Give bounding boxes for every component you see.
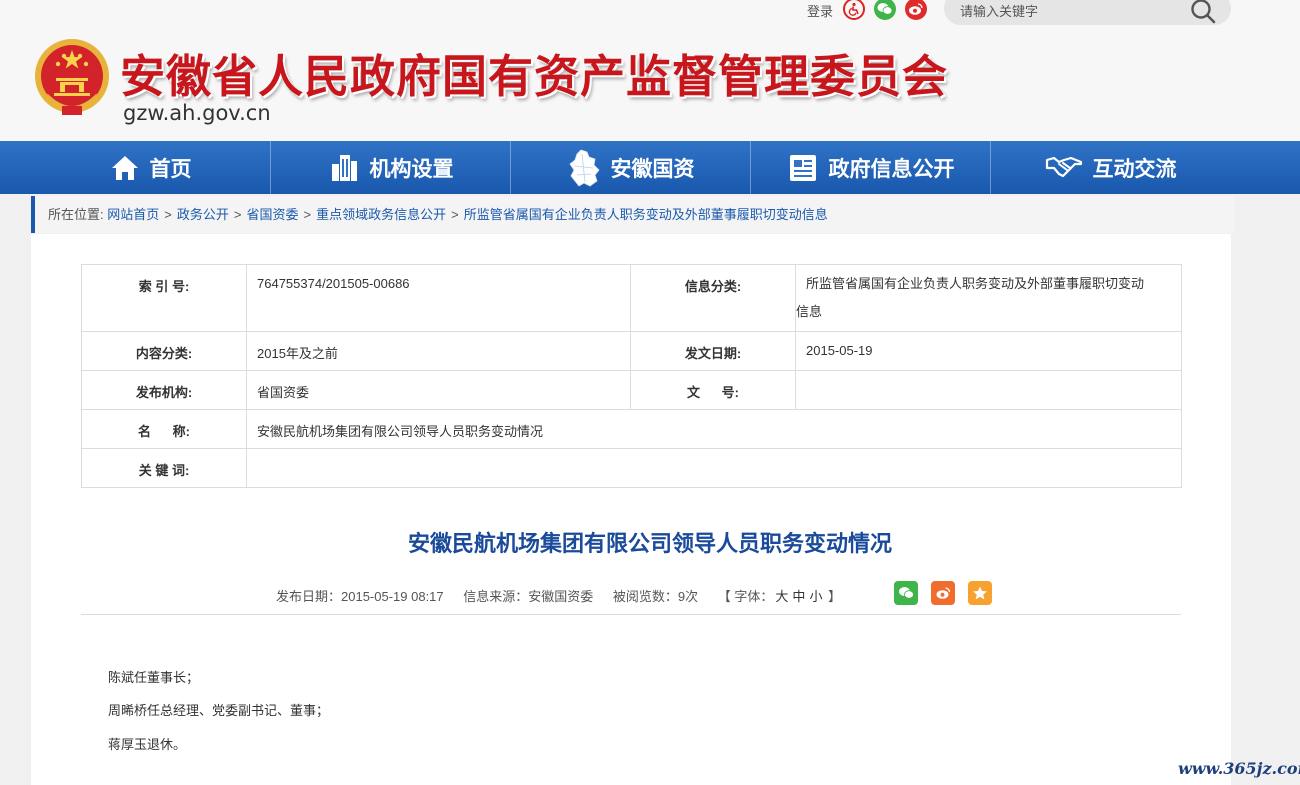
info-category-line1: 所监管省属国有企业负责人职务变动及外部董事履职切变动 bbox=[806, 276, 1145, 291]
issue-date-label: 发文日期: bbox=[630, 331, 796, 371]
font-size-open: 【 字体： bbox=[717, 589, 774, 604]
breadcrumb-link-sasac[interactable]: 省国资委 bbox=[246, 207, 298, 222]
site-title: 安徽省人民政府国有资产监督管理委员会 bbox=[120, 50, 949, 103]
share-wechat-icon[interactable] bbox=[894, 581, 918, 605]
nav-item-label: 政府信息公开 bbox=[828, 157, 955, 181]
home-icon bbox=[111, 155, 138, 180]
info-category-value: 所监管省属国有企业负责人职务变动及外部董事履职切变动 信息 bbox=[795, 264, 1182, 332]
breadcrumb-separator: > bbox=[451, 207, 459, 222]
meta-divider bbox=[81, 614, 1181, 615]
font-size-switcher: 【 字体：大中小 】 bbox=[718, 589, 841, 604]
nav-item-organization[interactable]: 机构设置 bbox=[271, 141, 511, 194]
handshake-icon bbox=[1045, 156, 1082, 177]
nav-item-gov-info[interactable]: 政府信息公开 bbox=[751, 141, 991, 194]
article-meta: 发布日期：2015-05-19 08:17 信息来源：安徽国资委 被阅览数：9次… bbox=[276, 586, 857, 605]
keywords-label: 关 键 词: bbox=[81, 448, 247, 488]
article-paragraph: 蒋厚玉退休。 bbox=[108, 737, 187, 752]
nav-item-label: 互动交流 bbox=[1092, 157, 1177, 181]
login-link[interactable]: 登录 bbox=[807, 1, 833, 20]
nav-item-anhui-assets[interactable]: 安徽国资 bbox=[511, 141, 751, 194]
accessibility-icon[interactable] bbox=[843, 0, 865, 20]
watermark-text: www.365jz.com bbox=[1178, 759, 1300, 778]
article-title: 安徽民航机场集团有限公司领导人员职务变动情况 bbox=[407, 531, 892, 556]
publish-date: 发布日期：2015-05-19 08:17 bbox=[276, 589, 444, 604]
nav-item-label: 机构设置 bbox=[369, 157, 454, 181]
document-metadata-table: 索 引 号: 764755374/201505-00686 信息分类: 所监管省… bbox=[81, 264, 1182, 488]
article-paragraph: 周晞桥任总经理、党委副书记、董事； bbox=[108, 703, 330, 718]
content-type-value: 2015年及之前 bbox=[246, 331, 631, 371]
national-emblem-logo bbox=[35, 39, 109, 115]
share-weibo-icon[interactable] bbox=[931, 581, 955, 605]
name-label: 名 称: bbox=[81, 409, 247, 449]
breadcrumb-prefix: 所在位置: bbox=[48, 207, 104, 222]
doc-number-label: 文 号: bbox=[630, 370, 796, 410]
site-domain: gzw.ah.gov.cn bbox=[123, 101, 271, 125]
nav-item-interaction[interactable]: 互动交流 bbox=[991, 141, 1230, 194]
doc-number-value bbox=[795, 370, 1182, 410]
wechat-icon[interactable] bbox=[874, 0, 896, 20]
breadcrumb-separator: > bbox=[303, 207, 312, 222]
nav-item-label: 安徽国资 bbox=[610, 157, 695, 181]
site-header: 安徽省人民政府国有资产监督管理委员会 gzw.ah.gov.cn 登录 bbox=[0, 0, 1300, 141]
breadcrumb-link-home[interactable]: 网站首页 bbox=[107, 207, 159, 222]
favorite-star-icon[interactable] bbox=[968, 581, 992, 605]
info-category-label: 信息分类: bbox=[630, 264, 796, 332]
info-source: 信息来源：安徽国资委 bbox=[463, 589, 594, 604]
building-icon bbox=[331, 154, 357, 181]
index-number-value: 764755374/201505-00686 bbox=[246, 264, 631, 332]
font-size-large[interactable]: 大 bbox=[775, 589, 788, 604]
info-category-line2: 信息 bbox=[796, 304, 823, 319]
breadcrumb-separator: > bbox=[233, 207, 242, 222]
name-value: 安徽民航机场集团有限公司领导人员职务变动情况 bbox=[246, 409, 1182, 449]
main-nav: 首页 机构设置 安徽国资 政府信息公开 互动交流 bbox=[0, 141, 1300, 194]
breadcrumb-link-gov-affairs[interactable]: 政务公开 bbox=[177, 207, 229, 222]
nav-item-home[interactable]: 首页 bbox=[31, 141, 271, 194]
view-count: 被阅览数：9次 bbox=[612, 589, 699, 604]
issue-date-value: 2015-05-19 bbox=[795, 331, 1182, 371]
font-size-medium[interactable]: 中 bbox=[792, 589, 805, 604]
breadcrumb-link-current[interactable]: 所监管省属国有企业负责人职务变动及外部董事履职切变动信息 bbox=[464, 207, 828, 222]
content-type-label: 内容分类: bbox=[81, 331, 247, 371]
search-input[interactable] bbox=[960, 0, 1180, 22]
breadcrumb-separator: > bbox=[164, 207, 172, 222]
breadcrumb: 所在位置: 网站首页 > 政务公开 > 省国资委 > 重点领域政务信息公开 > 所监管省属国有企… bbox=[31, 196, 1235, 233]
keywords-value bbox=[246, 448, 1182, 488]
breadcrumb-link-key-areas[interactable]: 重点领域政务信息公开 bbox=[316, 207, 446, 222]
publisher-value: 省国资委 bbox=[246, 370, 631, 410]
province-map-icon bbox=[568, 149, 600, 187]
publisher-label: 发布机构: bbox=[81, 370, 247, 410]
weibo-icon[interactable] bbox=[905, 0, 927, 20]
document-icon bbox=[789, 154, 816, 181]
search-icon[interactable] bbox=[1188, 0, 1218, 26]
font-size-small[interactable]: 小 bbox=[809, 589, 822, 604]
index-number-label: 索 引 号: bbox=[81, 264, 247, 332]
nav-item-label: 首页 bbox=[149, 157, 192, 181]
font-size-close: 】 bbox=[824, 589, 842, 604]
article-paragraph: 陈斌任董事长； bbox=[108, 670, 200, 685]
